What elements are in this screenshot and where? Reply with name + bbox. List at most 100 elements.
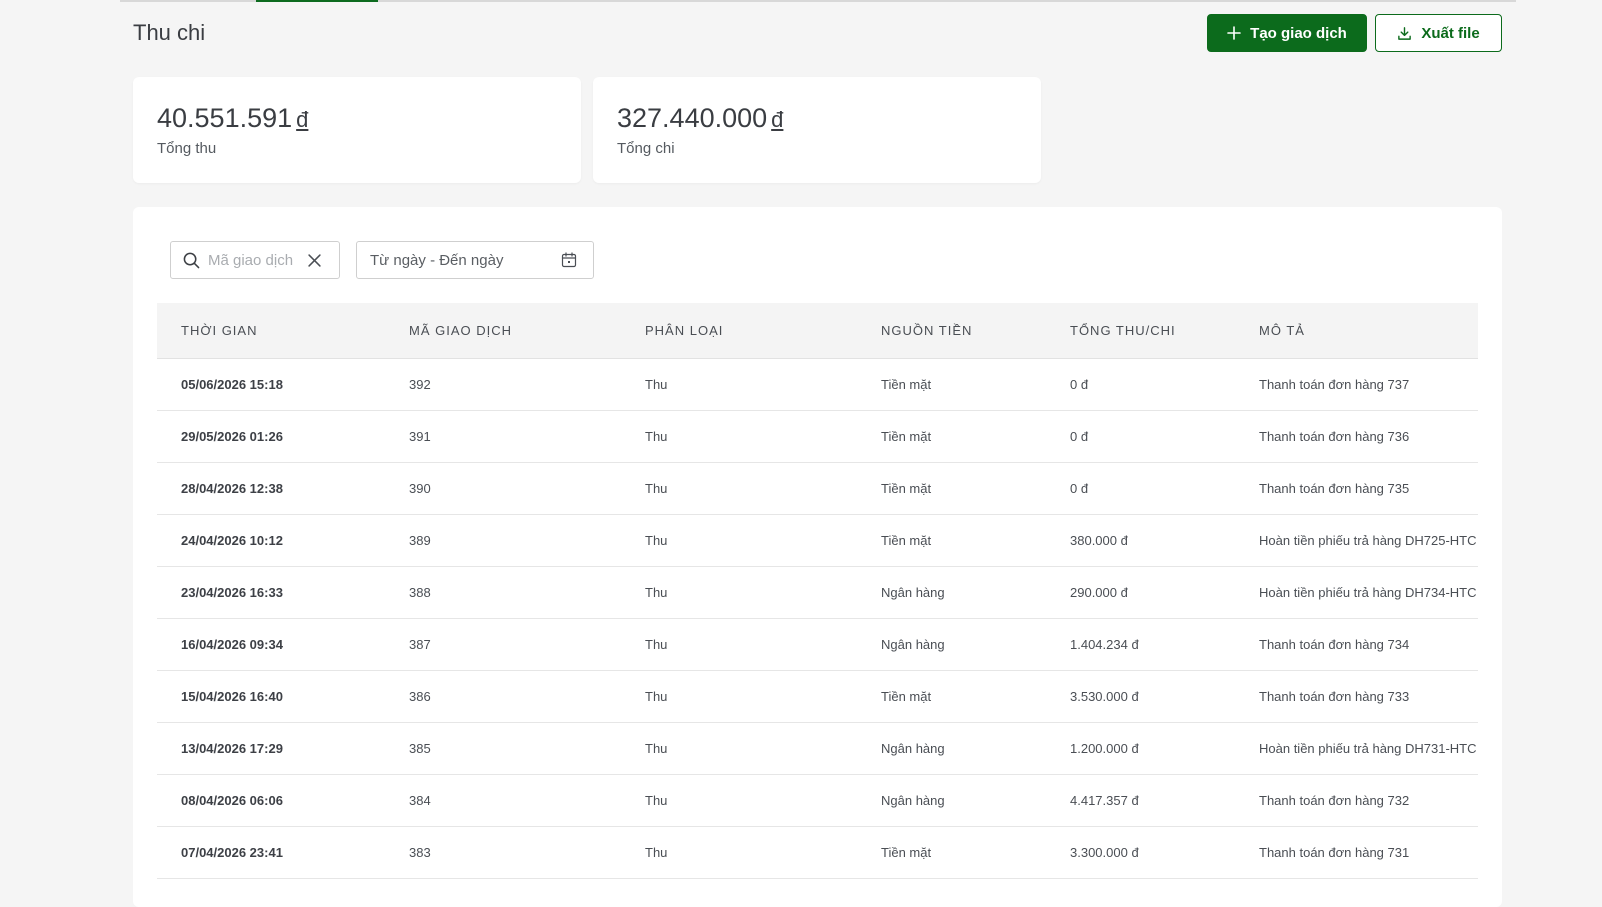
cell-amount: 4.417.357 đ (1070, 793, 1139, 808)
cell-time: 05/06/2026 15:18 (181, 377, 283, 392)
cell-description: Hoàn tiền phiếu trả hàng DH734-HTC (1259, 585, 1477, 600)
cell-source: Ngân hàng (881, 637, 945, 652)
cell-time: 28/04/2026 12:38 (181, 481, 283, 496)
cell-description: Hoàn tiền phiếu trả hàng DH731-HTC (1259, 741, 1477, 756)
table-row[interactable]: 29/05/2026 01:26 391 Thu Tiền mặt 0 đ Th… (157, 411, 1478, 463)
column-header-description[interactable]: MÔ TẢ (1259, 303, 1478, 359)
cell-source: Tiền mặt (881, 377, 932, 392)
cell-description: Thanh toán đơn hàng 733 (1259, 689, 1410, 704)
create-transaction-button[interactable]: Tạo giao dịch (1207, 14, 1367, 52)
expense-summary-card: 327.440.000 đ Tổng chi (593, 77, 1041, 183)
cell-source: Tiền mặt (881, 689, 932, 704)
export-file-label: Xuất file (1421, 24, 1480, 42)
cell-type: Thu (645, 377, 668, 392)
cell-source: Tiền mặt (881, 481, 932, 496)
cell-code: 391 (409, 429, 431, 444)
cell-description: Thanh toán đơn hàng 737 (1259, 377, 1410, 392)
table-row[interactable]: 16/04/2026 09:34 387 Thu Ngân hàng 1.404… (157, 619, 1478, 671)
transactions-table: THỜI GIAN MÃ GIAO DỊCH PHÂN LOẠI NGUỒN T… (157, 303, 1478, 879)
column-header-code[interactable]: MÃ GIAO DỊCH (409, 303, 619, 359)
cell-amount: 290.000 đ (1070, 585, 1128, 600)
cell-type: Thu (645, 689, 668, 704)
cell-time: 16/04/2026 09:34 (181, 637, 283, 652)
cell-type: Thu (645, 533, 668, 548)
cell-amount: 1.404.234 đ (1070, 637, 1139, 652)
cell-amount: 3.300.000 đ (1070, 845, 1139, 860)
page-title: Thu chi (133, 20, 206, 45)
transactions-panel: Từ ngày - Đến ngày THỜI GIAN MÃ GIAO DỊC… (133, 207, 1502, 907)
page-header: Thu chi Tạo giao dịch Xuất file (133, 14, 1502, 54)
expense-value: 327.440.000 (617, 103, 768, 133)
cell-code: 385 (409, 741, 431, 756)
cell-time: 13/04/2026 17:29 (181, 741, 283, 756)
search-box (170, 241, 340, 279)
cell-amount: 1.200.000 đ (1070, 741, 1139, 756)
cell-time: 23/04/2026 16:33 (181, 585, 283, 600)
export-file-button[interactable]: Xuất file (1375, 14, 1502, 52)
cell-time: 15/04/2026 16:40 (181, 689, 283, 704)
cell-source: Tiền mặt (881, 429, 932, 444)
cell-type: Thu (645, 845, 668, 860)
table-row[interactable]: 24/04/2026 10:12 389 Thu Tiền mặt 380.00… (157, 515, 1478, 567)
table-row[interactable]: 23/04/2026 16:33 388 Thu Ngân hàng 290.0… (157, 567, 1478, 619)
table-row[interactable]: 15/04/2026 16:40 386 Thu Tiền mặt 3.530.… (157, 671, 1478, 723)
cell-source: Ngân hàng (881, 741, 945, 756)
cell-source: Tiền mặt (881, 533, 932, 548)
income-summary-card: 40.551.591 đ Tổng thu (133, 77, 581, 183)
income-value: 40.551.591 (157, 103, 293, 133)
cell-amount: 3.530.000 đ (1070, 689, 1139, 704)
cell-code: 383 (409, 845, 431, 860)
close-icon[interactable] (308, 253, 321, 267)
income-label: Tổng thu (157, 140, 217, 157)
date-range-picker[interactable]: Từ ngày - Đến ngày (356, 241, 594, 279)
expense-total: 327.440.000 đ (617, 103, 783, 134)
table-row[interactable]: 13/04/2026 17:29 385 Thu Ngân hàng 1.200… (157, 723, 1478, 775)
cell-amount: 0 đ (1070, 377, 1089, 392)
search-input[interactable] (208, 251, 304, 269)
cell-code: 387 (409, 637, 431, 652)
cell-description: Thanh toán đơn hàng 734 (1259, 637, 1410, 652)
column-header-time[interactable]: THỜI GIAN (181, 303, 391, 359)
column-header-amount[interactable]: TỔNG THU/CHI (1070, 303, 1240, 359)
table-row[interactable]: 07/04/2026 23:41 383 Thu Tiền mặt 3.300.… (157, 827, 1478, 879)
plus-icon (1227, 26, 1241, 40)
cell-description: Thanh toán đơn hàng 735 (1259, 481, 1410, 496)
column-header-source[interactable]: NGUỒN TIỀN (881, 303, 1051, 359)
income-currency: đ (296, 107, 309, 132)
date-range-placeholder: Từ ngày - Đến ngày (370, 251, 504, 269)
cell-description: Hoàn tiền phiếu trả hàng DH725-HTC (1259, 533, 1477, 548)
income-total: 40.551.591 đ (157, 103, 308, 134)
cell-type: Thu (645, 481, 668, 496)
cell-description: Thanh toán đơn hàng 736 (1259, 429, 1410, 444)
column-header-type[interactable]: PHÂN LOẠI (645, 303, 855, 359)
cell-time: 24/04/2026 10:12 (181, 533, 283, 548)
cell-description: Thanh toán đơn hàng 731 (1259, 845, 1410, 860)
cell-code: 390 (409, 481, 431, 496)
cell-type: Thu (645, 585, 668, 600)
table-row[interactable]: 28/04/2026 12:38 390 Thu Tiền mặt 0 đ Th… (157, 463, 1478, 515)
table-row[interactable]: 05/06/2026 15:18 392 Thu Tiền mặt 0 đ Th… (157, 359, 1478, 411)
cell-amount: 0 đ (1070, 481, 1089, 496)
cell-time: 08/04/2026 06:06 (181, 793, 283, 808)
search-icon (183, 252, 200, 268)
cell-description: Thanh toán đơn hàng 732 (1259, 793, 1410, 808)
cell-time: 29/05/2026 01:26 (181, 429, 283, 444)
cell-code: 392 (409, 377, 431, 392)
calendar-icon (561, 252, 577, 268)
expense-currency: đ (771, 107, 784, 132)
cell-type: Thu (645, 741, 668, 756)
cell-type: Thu (645, 793, 668, 808)
cell-time: 07/04/2026 23:41 (181, 845, 283, 860)
top-tab-underline (120, 0, 1516, 2)
cell-type: Thu (645, 429, 668, 444)
cell-code: 386 (409, 689, 431, 704)
cell-amount: 380.000 đ (1070, 533, 1128, 548)
cell-source: Tiền mặt (881, 845, 932, 860)
active-tab-indicator (256, 0, 378, 2)
cell-type: Thu (645, 637, 668, 652)
table-header: THỜI GIAN MÃ GIAO DỊCH PHÂN LOẠI NGUỒN T… (157, 303, 1478, 359)
create-transaction-label: Tạo giao dịch (1250, 24, 1347, 42)
expense-label: Tổng chi (617, 140, 675, 157)
table-row[interactable]: 08/04/2026 06:06 384 Thu Ngân hàng 4.417… (157, 775, 1478, 827)
cell-source: Ngân hàng (881, 793, 945, 808)
